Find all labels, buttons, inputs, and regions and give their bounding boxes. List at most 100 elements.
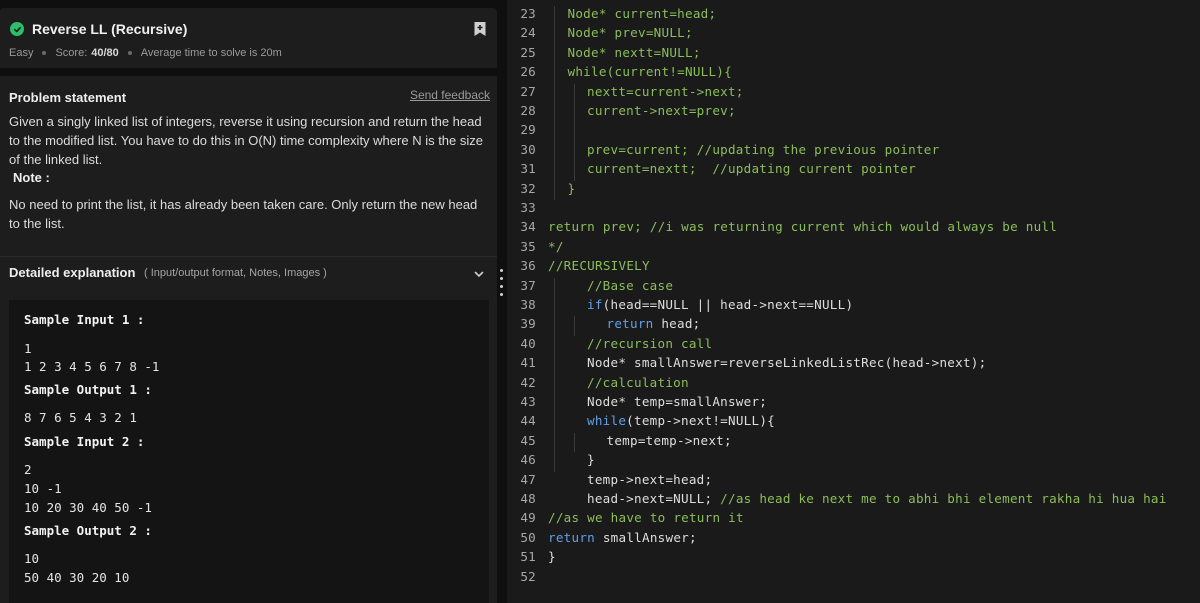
- average-time: Average time to solve is 20m: [140, 47, 282, 59]
- code-line[interactable]: 38 if(head==NULL || head->next==NULL): [507, 297, 1200, 316]
- line-number: 47: [520, 471, 536, 487]
- code-line[interactable]: 51}: [507, 549, 1200, 568]
- code-text: }: [587, 452, 595, 467]
- code-text: if(head==NULL || head->next==NULL): [587, 297, 853, 312]
- code-token: }: [587, 452, 595, 468]
- code-text: return head;: [607, 316, 701, 331]
- line-number: 32: [520, 180, 536, 196]
- line-number: 48: [520, 491, 536, 506]
- code-line[interactable]: 32}: [507, 181, 1200, 200]
- line-number: 40: [520, 335, 536, 351]
- line-number: 44: [520, 413, 536, 429]
- code-line[interactable]: 45 temp=temp->next;: [507, 433, 1200, 452]
- sample-output-2-label: Sample Output 2 :: [24, 523, 152, 538]
- code-line[interactable]: 47 temp->next=head;: [507, 472, 1200, 491]
- code-line[interactable]: 28 current->next=prev;: [507, 103, 1200, 122]
- drag-handle-icon[interactable]: [500, 285, 503, 288]
- code-token: Node* smallAnswer=reverseLinkedListRec(h…: [587, 355, 987, 371]
- code-text: return prev; //i was returning current w…: [548, 219, 1057, 234]
- code-token: */: [548, 238, 564, 254]
- code-token: temp->next=head;: [587, 471, 713, 487]
- line-number: 37: [520, 277, 536, 293]
- detailed-explanation-title: Detailed explanation: [9, 265, 136, 280]
- code-token: current=nextt; //updating current pointe…: [587, 161, 916, 177]
- code-text: while(temp->next!=NULL){: [587, 413, 775, 428]
- code-text: return smallAnswer;: [548, 530, 697, 545]
- code-line[interactable]: 49 //as we have to return it: [507, 510, 1200, 529]
- difficulty-label: Easy: [9, 47, 34, 59]
- score-value: 40/80: [91, 47, 119, 59]
- code-editor[interactable]: 23 Node* current=head; 24 Node* prev=NULL; 2…: [507, 0, 1200, 603]
- code-token: }: [567, 180, 576, 196]
- code-line[interactable]: 48 head->next=NULL; //as head ke next me …: [507, 491, 1200, 510]
- separator-dot: [127, 51, 132, 55]
- code-line[interactable]: 36 //RECURSIVELY: [507, 258, 1200, 277]
- sample-line: 10 -1: [24, 481, 62, 496]
- separator-dot: [42, 51, 47, 55]
- code-token: //as head ke next me to abhi bhi element…: [720, 491, 1167, 506]
- code-token: temp=temp->next;: [606, 432, 732, 448]
- line-number: 29: [520, 122, 536, 138]
- code-line[interactable]: 50 return smallAnswer;: [507, 530, 1200, 549]
- code-line[interactable]: 52: [507, 569, 1200, 588]
- sample-line: 10: [24, 551, 40, 566]
- drag-handle-icon[interactable]: [500, 269, 503, 272]
- code-line[interactable]: 23 Node* current=head;: [507, 6, 1200, 25]
- sample-line: 50 40 30 20 10: [24, 570, 130, 585]
- code-text: while(current!=NULL){: [568, 64, 732, 79]
- code-text: Node* current=head;: [568, 6, 717, 21]
- code-line[interactable]: 30 prev=current; //updating the previous …: [507, 142, 1200, 161]
- code-line[interactable]: 43 Node* temp=smallAnswer;: [507, 394, 1200, 413]
- problem-statement-section: Problem statement Send feedback Given a …: [0, 76, 497, 256]
- code-line[interactable]: 39 return head;: [507, 316, 1200, 335]
- code-token: Node* current=head;: [567, 6, 717, 21]
- line-number: 52: [520, 568, 536, 584]
- line-number: 34: [520, 219, 536, 235]
- code-line[interactable]: 27 nextt=current->next;: [507, 84, 1200, 103]
- code-token: }: [548, 549, 556, 565]
- code-line[interactable]: 37 //Base case: [507, 278, 1200, 297]
- code-line[interactable]: 44 while(temp->next!=NULL){: [507, 413, 1200, 432]
- code-token: Node* prev=NULL;: [567, 25, 693, 41]
- code-line[interactable]: 42 //calculation: [507, 375, 1200, 394]
- code-line[interactable]: 29: [507, 122, 1200, 141]
- code-token: //as we have to return it: [548, 510, 744, 526]
- sample-line: 10 20 30 40 50 -1: [24, 500, 152, 515]
- sample-line: 1 2 3 4 5 6 7 8 -1: [24, 359, 160, 374]
- code-token: smallAnswer;: [595, 529, 697, 545]
- code-token: //calculation: [587, 374, 689, 390]
- code-line[interactable]: 25 Node* nextt=NULL;: [507, 45, 1200, 64]
- chevron-down-icon[interactable]: [473, 267, 485, 279]
- code-token: return: [548, 529, 595, 545]
- code-text: head->next=NULL; //as head ke next me to…: [587, 491, 1167, 506]
- line-number: 39: [520, 316, 536, 332]
- code-token: (head==NULL || head->next==NULL): [602, 297, 854, 312]
- code-line[interactable]: 24 Node* prev=NULL;: [507, 25, 1200, 44]
- code-line[interactable]: 46}: [507, 452, 1200, 471]
- line-number: 45: [520, 432, 536, 448]
- line-number: 38: [520, 297, 536, 312]
- code-text: temp=temp->next;: [607, 433, 732, 448]
- code-line[interactable]: 26 while(current!=NULL){: [507, 64, 1200, 83]
- code-text: Node* temp=smallAnswer;: [587, 394, 767, 409]
- drag-handle-icon[interactable]: [500, 293, 503, 296]
- code-line[interactable]: 41 Node* smallAnswer=reverseLinkedListRec…: [507, 355, 1200, 374]
- detailed-explanation-subtitle: ( Input/output format, Notes, Images ): [144, 267, 327, 279]
- code-token: nextt=current->next;: [587, 83, 744, 99]
- drag-handle-icon[interactable]: [500, 277, 503, 280]
- code-line[interactable]: 33: [507, 200, 1200, 219]
- send-feedback-link[interactable]: Send feedback: [410, 88, 490, 102]
- panel-resize-divider[interactable]: [497, 0, 507, 603]
- code-line[interactable]: 35 */: [507, 239, 1200, 258]
- code-line[interactable]: 31 current=nextt; //updating current poin…: [507, 161, 1200, 180]
- code-text: temp->next=head;: [587, 472, 712, 487]
- line-number: 43: [520, 394, 536, 409]
- problem-statement-heading: Problem statement: [9, 90, 127, 105]
- code-text: //RECURSIVELY: [548, 258, 650, 273]
- code-line[interactable]: 34 return prev; //i was returning current…: [507, 219, 1200, 238]
- line-number: 28: [520, 103, 536, 118]
- code-line[interactable]: 40 //recursion call: [507, 336, 1200, 355]
- line-number: 33: [520, 200, 536, 215]
- detailed-explanation-toggle[interactable]: Detailed explanation ( Input/output form…: [0, 256, 497, 290]
- bookmark-icon[interactable]: [473, 21, 487, 37]
